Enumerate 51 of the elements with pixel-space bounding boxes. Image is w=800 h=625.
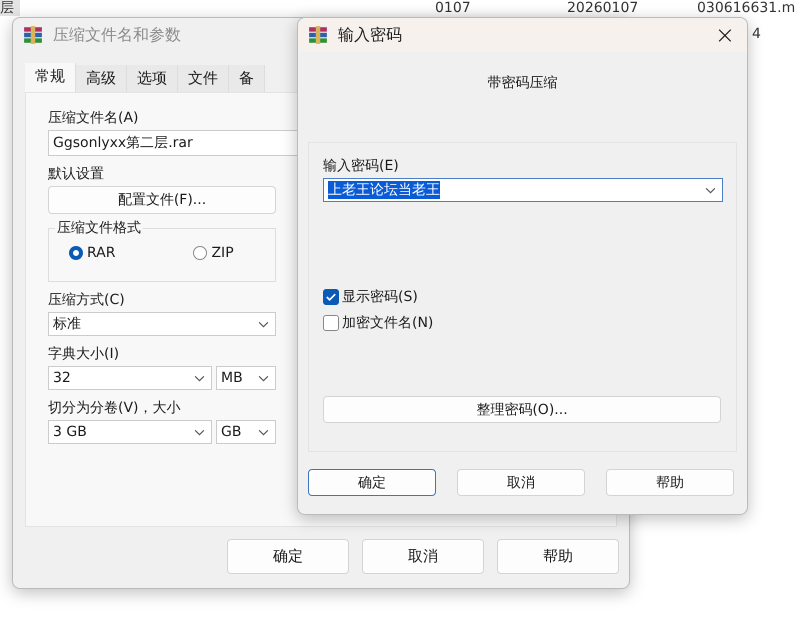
- file-cell-text: 20260107: [567, 0, 640, 16]
- radio-button[interactable]: [69, 246, 83, 260]
- field-label: 压缩方式(C): [48, 291, 125, 309]
- chevron-down-icon: [705, 186, 716, 194]
- books-icon: [23, 25, 43, 45]
- tab[interactable]: 文件: [178, 65, 229, 92]
- field-label: 默认设置: [48, 165, 104, 183]
- method-dropdown[interactable]: 标准: [48, 312, 276, 336]
- file-cell-text: 0107: [435, 0, 472, 16]
- radio-label: ZIP: [211, 245, 234, 261]
- chevron-down-icon: [258, 428, 269, 436]
- chevron-down-icon: [258, 320, 269, 328]
- unit-dropdown[interactable]: GB: [216, 420, 276, 444]
- dialog-heading: 带密码压缩: [486, 74, 558, 92]
- tab[interactable]: 常规: [25, 63, 76, 92]
- file-cell: 4: [752, 26, 761, 42]
- field-label: 切分为分卷(V)，大小: [48, 399, 181, 417]
- dialog-button[interactable]: 取消: [457, 469, 585, 496]
- checkbox-label: 加密文件名(N): [342, 314, 434, 332]
- field-label: 输入密码(E): [323, 157, 399, 175]
- books-icon: [308, 25, 328, 45]
- checkbox[interactable]: [323, 315, 339, 331]
- dialog-button[interactable]: 帮助: [606, 469, 734, 496]
- field-label: 压缩文件名(A): [48, 109, 139, 127]
- dialog-button[interactable]: 确定: [308, 469, 436, 496]
- window-title: 压缩文件名和参数: [53, 24, 181, 46]
- organize-passwords-button[interactable]: 整理密码(O)...: [323, 396, 721, 423]
- chevron-down-icon: [194, 428, 205, 436]
- group-label: 压缩文件格式: [55, 219, 143, 237]
- password-field[interactable]: 上老王论坛当老王: [323, 178, 723, 202]
- chevron-down-icon: [194, 374, 205, 382]
- radio-button[interactable]: [193, 246, 208, 260]
- tab[interactable]: 高级: [76, 65, 127, 92]
- profiles-button[interactable]: 配置文件(F)...: [48, 186, 276, 214]
- checkbox[interactable]: [323, 289, 339, 305]
- split-size-dropdown[interactable]: 3 GB: [48, 420, 212, 444]
- close-button[interactable]: ×: [714, 21, 735, 49]
- dictionary-dropdown[interactable]: 32: [48, 366, 212, 390]
- chevron-down-icon: [258, 374, 269, 382]
- dialog-button[interactable]: 确定: [227, 539, 349, 574]
- tab[interactable]: 备: [229, 65, 265, 92]
- unit-dropdown[interactable]: MB: [216, 366, 276, 390]
- window-title: 输入密码: [338, 24, 402, 46]
- file-cell: 层: [0, 0, 20, 16]
- file-cell: 030616631.m: [697, 0, 796, 16]
- radio-label: RAR: [87, 245, 116, 261]
- dialog-button[interactable]: 取消: [362, 539, 484, 574]
- checkbox-label: 显示密码(S): [342, 288, 418, 306]
- field-label: 字典大小(I): [48, 345, 120, 363]
- dialog-button[interactable]: 帮助: [497, 539, 619, 574]
- tab[interactable]: 选项: [127, 65, 178, 92]
